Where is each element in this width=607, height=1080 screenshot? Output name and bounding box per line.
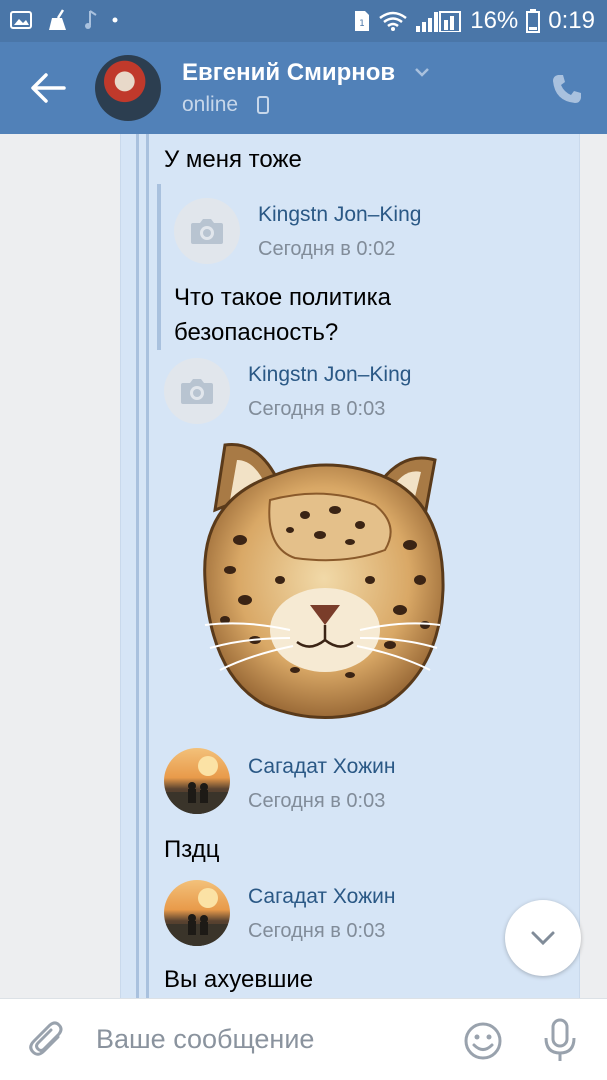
dot-icon (112, 17, 118, 23)
microphone-icon[interactable] (540, 1017, 580, 1063)
message-time: Сегодня в 0:03 (248, 398, 386, 420)
leopard-sticker[interactable] (185, 430, 455, 730)
chevron-down-icon[interactable] (412, 62, 432, 82)
sender-name[interactable]: Сагадат Хожин (248, 884, 395, 910)
message-text: Вы ахуевшие (164, 966, 314, 993)
camera-icon (181, 379, 213, 404)
status-time: 0:19 (548, 7, 595, 34)
contact-avatar[interactable] (95, 55, 161, 121)
forward-line (136, 134, 139, 998)
chevron-down-icon (531, 931, 555, 946)
image-icon (10, 11, 32, 29)
message-text: Что такое политика (174, 284, 391, 311)
wifi-icon (379, 11, 407, 31)
sender-avatar[interactable] (174, 198, 240, 264)
forward-line (157, 184, 161, 350)
mobile-icon (257, 96, 269, 114)
message-text: Пздц (164, 836, 220, 863)
sender-name[interactable]: Kingstn Jon–King (258, 202, 421, 228)
people-silhouette-icon (164, 756, 230, 814)
svg-text:1: 1 (359, 19, 365, 29)
message-time: Сегодня в 0:02 (258, 238, 396, 260)
message-input[interactable] (96, 1017, 436, 1061)
camera-icon (191, 219, 223, 244)
back-arrow-icon[interactable] (28, 70, 68, 106)
emoji-icon[interactable] (463, 1021, 503, 1061)
sender-avatar[interactable] (164, 358, 230, 424)
message-text: У меня тоже (164, 146, 302, 173)
sender-avatar[interactable] (164, 748, 230, 814)
battery-icon (526, 9, 541, 33)
message-composer (0, 998, 607, 1080)
sim-icon: 1 (355, 11, 370, 31)
message-list[interactable]: У меня тоже Kingstn Jon–King Сегодня в 0… (0, 134, 607, 998)
music-icon (85, 10, 97, 29)
contact-status: online (182, 93, 239, 116)
message-time: Сегодня в 0:03 (248, 790, 386, 812)
people-silhouette-icon (164, 888, 230, 946)
forward-line (146, 134, 149, 998)
scroll-down-button[interactable] (505, 900, 581, 976)
status-bar: 1 16% 0:19 (0, 0, 607, 42)
phone-icon[interactable] (550, 72, 584, 106)
battery-percent: 16% (470, 7, 519, 34)
broom-icon (49, 9, 66, 30)
sender-name[interactable]: Сагадат Хожин (248, 754, 395, 780)
message-time: Сегодня в 0:03 (248, 920, 386, 942)
sender-avatar[interactable] (164, 880, 230, 946)
paperclip-icon[interactable] (28, 1021, 68, 1061)
signal-icon (416, 11, 462, 32)
sender-name[interactable]: Kingstn Jon–King (248, 362, 411, 388)
chat-header: Евгений Смирнов online (0, 42, 607, 134)
contact-name[interactable]: Евгений Смирнов (182, 58, 395, 88)
message-text: безопасность? (174, 319, 339, 346)
